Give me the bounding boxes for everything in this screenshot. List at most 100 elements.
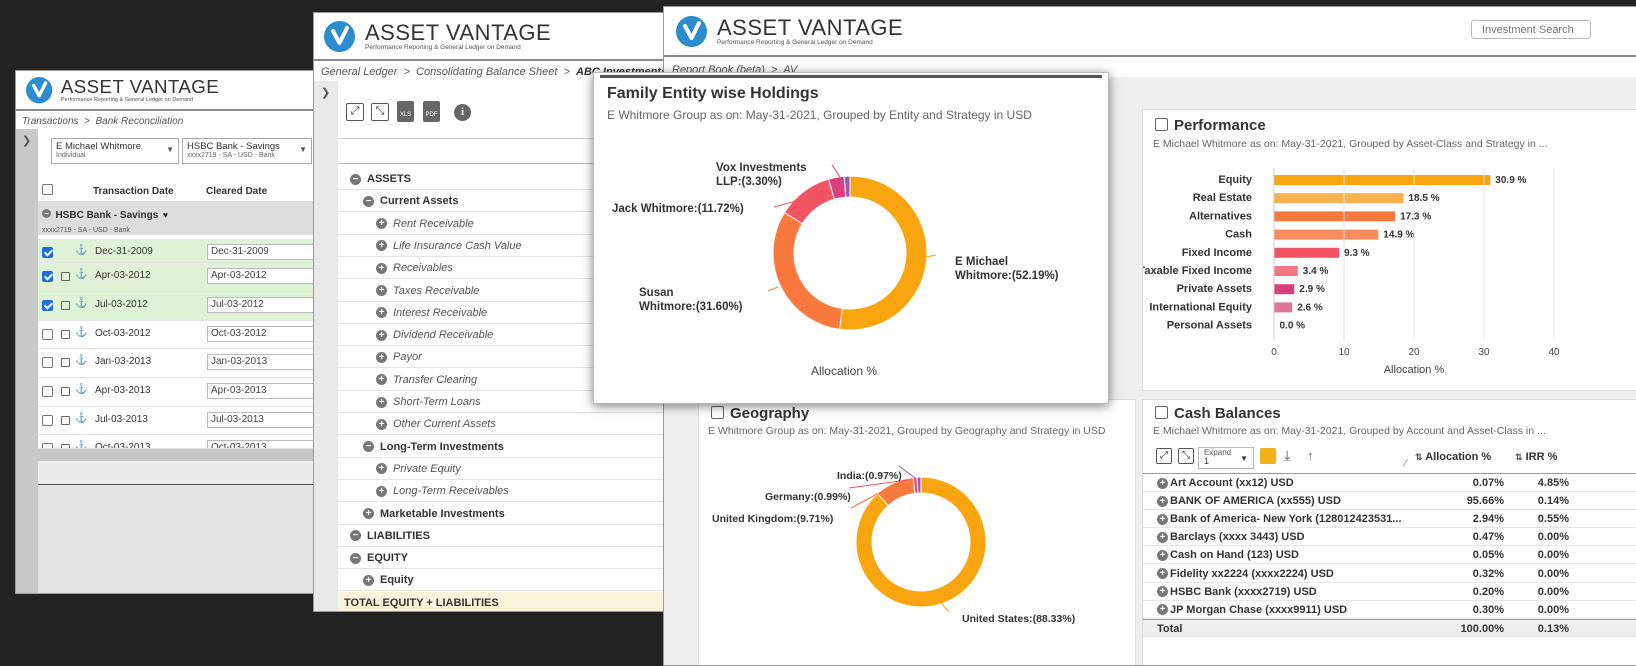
column-header-irr[interactable]: IRR % xyxy=(1526,451,1558,463)
collapse-all-icon[interactable]: ⤡ xyxy=(371,103,389,121)
expand-sidebar-icon[interactable]: ❯ xyxy=(321,86,330,99)
bar[interactable] xyxy=(1274,302,1293,313)
edit-icon[interactable] xyxy=(61,387,70,396)
tree-row[interactable]: − EQUITY xyxy=(338,547,682,570)
bar[interactable] xyxy=(1274,211,1396,222)
transaction-row[interactable]: ⚓ Apr-03-2013 Apr-03-2013 xyxy=(38,378,339,407)
edit-icon[interactable] xyxy=(61,330,70,339)
download-icon[interactable]: ⤓ xyxy=(1284,447,1290,464)
edit-icon[interactable] xyxy=(711,406,724,419)
expand-icon[interactable]: + xyxy=(363,574,374,586)
row-checkbox[interactable] xyxy=(42,271,53,282)
expand-all-icon[interactable]: ⤢ xyxy=(346,103,364,121)
tree-row[interactable]: + Equity xyxy=(338,569,682,592)
donut-slice[interactable] xyxy=(843,175,851,198)
breadcrumb-item[interactable]: Transactions xyxy=(22,116,79,127)
account-select[interactable]: HSBC Bank - Savings xxxx2719 - SA - USD … xyxy=(182,138,312,164)
tag-icon[interactable]: ⚓ xyxy=(75,441,87,448)
column-header-cleared-date[interactable]: Cleared Date xyxy=(206,186,267,197)
column-header-allocation[interactable]: Allocation % xyxy=(1425,451,1491,463)
expand-icon[interactable]: + xyxy=(376,351,387,363)
expand-icon[interactable]: + xyxy=(376,463,387,475)
total-row[interactable]: TOTAL EQUITY + LIABILITIES xyxy=(338,591,682,611)
expand-icon[interactable]: + xyxy=(376,329,387,341)
transaction-row[interactable]: ⚓ Dec-31-2009 Dec-31-2009 xyxy=(38,239,339,263)
tree-row[interactable]: + Other Current Assets xyxy=(338,413,682,436)
folders-icon[interactable] xyxy=(1260,448,1276,464)
entity-select[interactable]: E Michael Whitmore Individual ▼ xyxy=(51,138,179,164)
row-checkbox[interactable] xyxy=(42,247,53,258)
expand-level-select[interactable]: Expand 1 ▼ xyxy=(1198,447,1254,469)
cash-account-row[interactable]: + BANK OF AMERICA (xx555) USD 95.66% 0.14… xyxy=(1143,492,1636,511)
collapse-icon[interactable]: − xyxy=(350,173,361,185)
investment-search-input[interactable] xyxy=(1471,20,1591,39)
edit-icon[interactable] xyxy=(1155,118,1168,131)
cash-account-row[interactable]: + JP Morgan Chase (xxxx9911) USD 0.30% 0.… xyxy=(1143,601,1636,619)
tree-row[interactable]: + Marketable Investments xyxy=(338,503,682,525)
tag-icon[interactable]: ⚓ xyxy=(75,245,87,256)
donut-slice[interactable] xyxy=(916,476,922,494)
collapse-all-icon[interactable]: ⤡ xyxy=(1178,448,1194,464)
donut-slice[interactable] xyxy=(855,476,987,608)
transaction-row[interactable]: ⚓ Jul-03-2012 Jul-03-2012 xyxy=(38,292,339,321)
expand-icon[interactable]: + xyxy=(376,418,387,430)
expand-icon[interactable]: + xyxy=(1157,477,1168,489)
transaction-row[interactable]: ⚓ Jan-03-2013 Jan-03-2013 xyxy=(38,349,339,378)
cash-account-row[interactable]: + Fidelity xx2224 (xxxx2224) USD 0.32% 0.… xyxy=(1143,565,1636,583)
expand-icon[interactable]: + xyxy=(1157,586,1168,598)
collapse-icon[interactable]: − xyxy=(363,195,374,207)
bar[interactable] xyxy=(1274,193,1404,204)
bar[interactable] xyxy=(1274,266,1298,276)
expand-icon[interactable]: + xyxy=(376,485,387,497)
edit-icon[interactable] xyxy=(61,272,70,281)
row-checkbox[interactable] xyxy=(42,357,53,368)
row-checkbox[interactable] xyxy=(42,415,53,426)
cash-account-row[interactable]: + Art Account (xx12) USD 0.07% 4.85% xyxy=(1143,474,1636,492)
edit-icon[interactable] xyxy=(1155,406,1168,419)
collapsed-sidebar[interactable]: ❯ xyxy=(16,129,38,593)
expand-icon[interactable]: + xyxy=(1157,549,1168,561)
collapse-group-icon[interactable]: − xyxy=(42,209,51,219)
transaction-row[interactable]: ⚓ Apr-03-2012 Apr-03-2012 xyxy=(38,263,339,292)
row-checkbox[interactable] xyxy=(42,329,53,340)
export-xls-icon[interactable]: XLS xyxy=(397,101,414,122)
horizontal-scrollbar[interactable] xyxy=(38,449,339,461)
select-all-checkbox[interactable] xyxy=(42,184,53,195)
collapsed-sidebar[interactable]: ❯ xyxy=(314,81,338,611)
transaction-row[interactable]: ⚓ Oct-03-2012 Oct-03-2012 xyxy=(38,321,339,349)
account-group-header[interactable]: − HSBC Bank - Savings ♥ xxxx2719 - SA - … xyxy=(38,201,339,235)
sort-up-icon[interactable]: ↑ xyxy=(1307,448,1314,463)
expand-all-icon[interactable]: ⤢ xyxy=(1156,448,1172,464)
cash-account-row[interactable]: + Barclays (xxxx 3443) USD 0.47% 0.00% xyxy=(1143,528,1636,547)
expand-icon[interactable]: + xyxy=(363,508,374,520)
expand-icon[interactable]: + xyxy=(376,307,387,319)
tag-icon[interactable]: ⚓ xyxy=(75,298,87,309)
transaction-row[interactable]: ⚓ Jul-03-2013 Jul-03-2013 xyxy=(38,407,339,435)
bar[interactable] xyxy=(1274,247,1340,258)
expand-icon[interactable]: + xyxy=(376,262,387,274)
tree-row[interactable]: + Long-Term Receivables xyxy=(338,480,682,503)
donut-slice[interactable] xyxy=(772,211,843,330)
row-checkbox[interactable] xyxy=(42,386,53,397)
breadcrumb-item[interactable]: Consolidating Balance Sheet xyxy=(416,66,557,78)
sort-icon[interactable]: ⇅ xyxy=(1415,452,1423,462)
breadcrumb-item[interactable]: Bank Reconciliation xyxy=(95,116,183,127)
edit-icon[interactable] xyxy=(61,301,70,310)
sort-icon[interactable]: ⇅ xyxy=(1515,452,1523,462)
bar[interactable] xyxy=(1274,284,1295,295)
expand-sidebar-icon[interactable]: ❯ xyxy=(22,134,31,147)
tag-icon[interactable]: ⚓ xyxy=(75,355,87,366)
bar[interactable] xyxy=(1274,175,1491,185)
tag-icon[interactable]: ⚓ xyxy=(75,384,87,395)
row-checkbox[interactable] xyxy=(42,443,53,448)
expand-icon[interactable]: + xyxy=(1157,604,1168,616)
expand-icon[interactable]: + xyxy=(1157,531,1168,543)
donut-slice[interactable] xyxy=(783,178,836,225)
expand-icon[interactable]: + xyxy=(376,374,387,386)
edit-icon[interactable] xyxy=(61,358,70,367)
breadcrumb-item[interactable]: General Ledger xyxy=(321,66,397,78)
expand-icon[interactable]: + xyxy=(1157,495,1168,507)
cash-account-row[interactable]: + HSBC Bank (xxxx2719) USD 0.20% 0.00% xyxy=(1143,583,1636,601)
tag-icon[interactable]: ⚓ xyxy=(75,327,87,338)
tree-row[interactable]: − LIABILITIES xyxy=(338,525,682,547)
